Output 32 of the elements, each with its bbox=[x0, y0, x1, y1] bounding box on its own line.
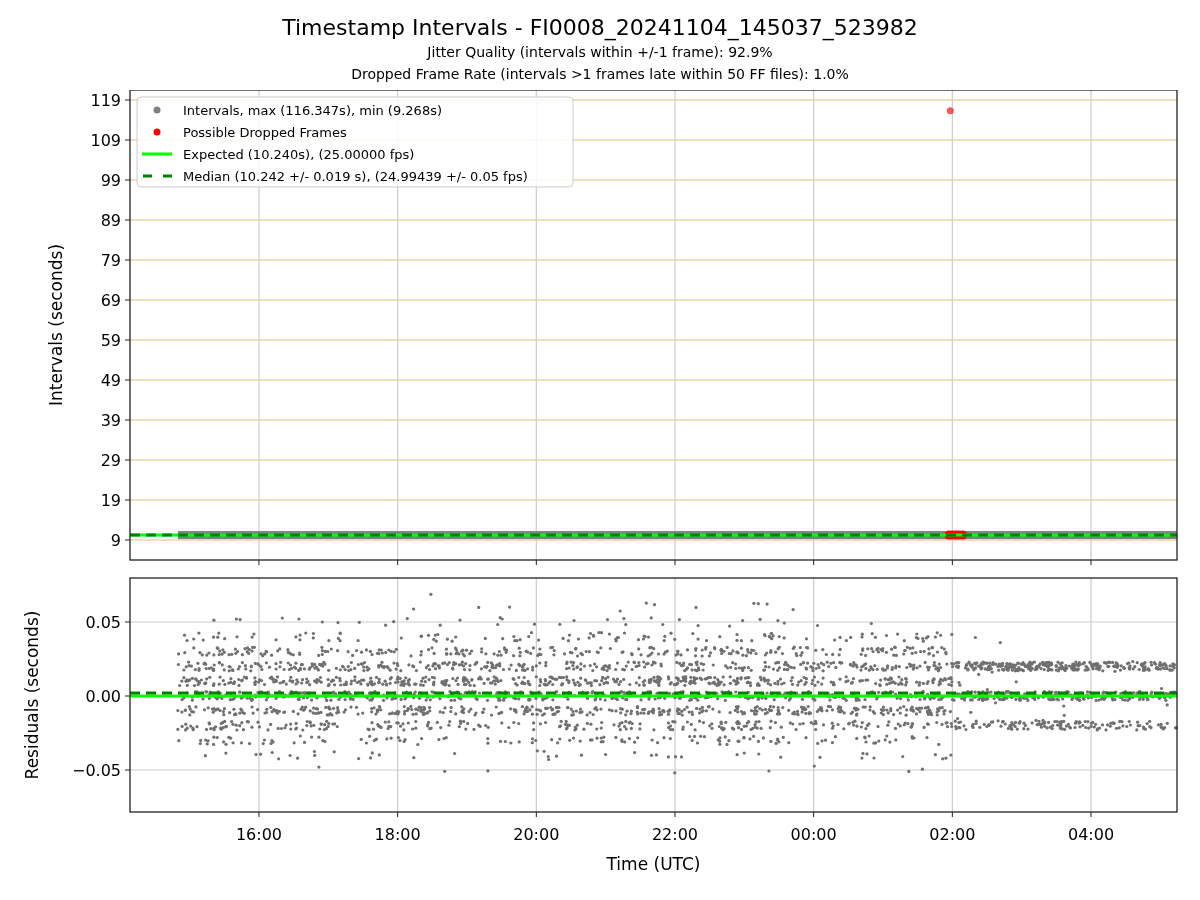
y-tick-label: 99 bbox=[100, 171, 121, 190]
chart-subtitle: Jitter Quality (intervals within +/-1 frame): 92.9% bbox=[427, 43, 773, 62]
y-tick-label: 119 bbox=[90, 91, 121, 110]
y-tick-label: −0.05 bbox=[71, 761, 121, 780]
x-tick-label: 04:00 bbox=[1067, 825, 1115, 844]
y-axis-label: Residuals (seconds) bbox=[22, 610, 42, 780]
x-tick-label: 18:00 bbox=[374, 825, 421, 844]
y-axis-label: Intervals (seconds) bbox=[46, 243, 66, 407]
y-tick-label: 0.00 bbox=[85, 687, 121, 706]
x-tick-label: 20:00 bbox=[513, 825, 560, 844]
y-tick-label: 89 bbox=[100, 211, 121, 230]
legend-label: Possible Dropped Frames bbox=[183, 124, 347, 140]
y-tick-label: 49 bbox=[100, 371, 121, 390]
legend-label: Expected (10.240s), (25.00000 fps) bbox=[183, 146, 415, 162]
chart-subtitle: Dropped Frame Rate (intervals >1 frames late within 50 FF files): 1.0% bbox=[351, 65, 849, 84]
x-tick-label: 22:00 bbox=[651, 825, 699, 844]
chart-title: Timestamp Intervals - FI0008_20241104_145037_523982 bbox=[282, 15, 918, 41]
y-tick-label: 39 bbox=[100, 411, 121, 430]
y-tick-label: 29 bbox=[100, 451, 121, 470]
x-tick-label: 02:00 bbox=[929, 825, 976, 844]
x-tick-label: 16:00 bbox=[235, 825, 282, 844]
y-tick-label: 59 bbox=[100, 331, 121, 350]
y-tick-label: 9 bbox=[110, 531, 121, 550]
y-tick-label: 69 bbox=[100, 291, 121, 310]
x-tick-label: 00:00 bbox=[790, 825, 837, 844]
y-tick-label: 0.05 bbox=[85, 613, 121, 632]
y-tick-label: 109 bbox=[90, 131, 121, 150]
legend-label: Median (10.242 +/- 0.019 s), (24.99439 +/- 0.05 fps) bbox=[183, 168, 528, 184]
y-tick-label: 79 bbox=[100, 251, 121, 270]
x-axis-label: Time (UTC) bbox=[606, 854, 701, 874]
y-tick-label: 19 bbox=[100, 491, 121, 510]
legend-label: Intervals, max (116.347s), min (9.268s) bbox=[183, 102, 442, 118]
